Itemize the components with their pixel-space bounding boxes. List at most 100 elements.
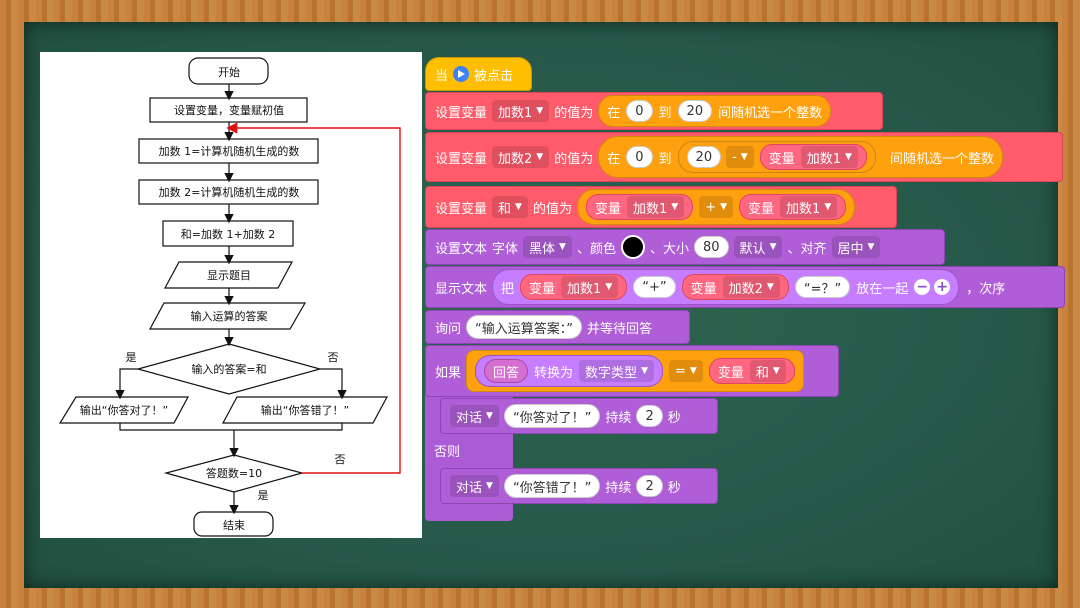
join-label: 放在一起 — [856, 281, 909, 297]
random-from-input[interactable]: 0 — [626, 100, 653, 122]
type-value: 数字类型 — [585, 365, 638, 381]
chevron-down-icon: ▼ — [671, 202, 679, 212]
end-label: 结束 — [223, 519, 245, 532]
say-text-input[interactable]: “你答错了！” — [503, 474, 601, 498]
var-dropdown-value: 和 — [498, 201, 512, 217]
operator-dropdown[interactable]: = ▼ — [668, 360, 703, 382]
say-last-label: 持续 — [605, 480, 632, 496]
weight-dropdown[interactable]: 默认 ▼ — [733, 236, 783, 258]
random-from-input[interactable]: 0 — [626, 146, 653, 168]
join-plus-input[interactable]: “+” — [633, 276, 676, 298]
chevron-down-icon: ▼ — [486, 481, 493, 491]
if-block-header[interactable]: 如果 回答 转换为 数字类型 ▼ = ▼ 变量 和 ▼ — [425, 345, 839, 397]
operator-value: = — [674, 363, 686, 379]
variable-reporter[interactable]: 变量 加数1 ▼ — [739, 194, 847, 220]
add2-label: 加数 2=计算机随机生成的数 — [159, 185, 300, 199]
say-mode-dropdown[interactable]: 对话 ▼ — [450, 405, 499, 427]
chevron-down-icon: ▼ — [536, 106, 544, 116]
output-right-label: 输出“你答对了！” — [80, 403, 168, 417]
random-to-label: 到 — [658, 105, 672, 121]
say-correct-block[interactable]: 对话 ▼ “你答对了！” 持续 2 秒 — [440, 398, 718, 434]
random-in-label: 在 — [607, 151, 621, 167]
hat-clicked: 被点击 — [474, 68, 514, 84]
set-var-label: 设置变量 — [435, 201, 488, 217]
decision-label: 输入的答案=和 — [191, 362, 266, 376]
chevron-down-icon: ▼ — [867, 242, 875, 252]
operator-value: - — [732, 149, 737, 165]
random-to-label: 到 — [658, 151, 672, 167]
subtract-left-input[interactable]: 20 — [686, 146, 722, 168]
convert-label: 转换为 — [534, 365, 574, 381]
say-text-input[interactable]: “你答对了！” — [503, 404, 601, 428]
minus-circle-icon[interactable]: − — [914, 279, 931, 295]
show-text-label: 显示文本 — [435, 281, 488, 297]
var-dropdown[interactable]: 加数1 ▼ — [780, 196, 838, 218]
align-dropdown[interactable]: 居中 ▼ — [831, 236, 881, 258]
input-label: 输入运算的答案 — [191, 309, 268, 323]
var-dropdown[interactable]: 加数1 ▼ — [492, 100, 550, 122]
var-dropdown[interactable]: 加数2 ▼ — [722, 276, 780, 298]
variable-reporter[interactable]: 变量 加数1 ▼ — [520, 274, 628, 300]
weight-value: 默认 — [739, 241, 766, 257]
say-seconds-input[interactable]: 2 — [636, 405, 663, 427]
no-label: 否 — [328, 351, 339, 364]
show-label: 显示题目 — [207, 269, 251, 282]
add1-label: 加数 1=计算机随机生成的数 — [159, 144, 300, 158]
answer-reporter[interactable]: 回答 — [484, 359, 529, 383]
chevron-down-icon: ▼ — [641, 366, 648, 376]
ask-prompt-input[interactable]: “输入运算答案：” — [466, 315, 582, 339]
join-eq-input[interactable]: “=？” — [794, 276, 851, 298]
var-dropdown[interactable]: 和 ▼ — [749, 360, 786, 382]
say-mode-dropdown[interactable]: 对话 ▼ — [450, 475, 499, 497]
set-text-style-block[interactable]: 设置文本 字体 黑体 ▼ 、颜色 、大小 80 默认 ▼ 、对齐 居中 ▼ — [425, 229, 945, 265]
var-dropdown-value: 加数2 — [728, 281, 763, 297]
say-unit-label: 秒 — [667, 480, 681, 496]
operator-dropdown[interactable]: - ▼ — [726, 146, 754, 168]
random-block[interactable]: 在 0 到 20 间随机选一个整数 — [598, 95, 832, 127]
color-swatch[interactable] — [620, 235, 645, 259]
random-max-input[interactable]: 20 — [677, 100, 713, 122]
var-dropdown[interactable]: 加数2 ▼ — [492, 146, 550, 168]
hat-block-green-flag[interactable]: 当 被点击 — [425, 57, 532, 91]
var-dropdown[interactable]: 和 ▼ — [492, 196, 528, 218]
font-value: 黑体 — [529, 241, 556, 257]
plus-circle-icon[interactable]: + — [934, 279, 951, 295]
operator-dropdown[interactable]: + ▼ — [699, 196, 734, 218]
font-dropdown[interactable]: 黑体 ▼ — [523, 236, 572, 258]
else-row: 否则 — [425, 436, 513, 464]
var-dropdown[interactable]: 加数1 ▼ — [626, 196, 685, 218]
add-block[interactable]: 变量 加数1 ▼ + ▼ 变量 加数1 ▼ — [576, 189, 856, 225]
align-label: 、对齐 — [787, 241, 827, 257]
size-label: 、大小 — [649, 241, 689, 257]
variable-word: 变量 — [529, 281, 556, 297]
chevron-down-icon: ▼ — [766, 282, 774, 292]
say-wrong-block[interactable]: 对话 ▼ “你答错了！” 持续 2 秒 — [440, 468, 718, 504]
subtract-block[interactable]: 20 - ▼ 变量 加数1 ▼ — [677, 141, 876, 173]
set-var-add1-block[interactable]: 设置变量 加数1 ▼ 的值为 在 0 到 20 间随机选一个整数 — [425, 92, 883, 130]
say-unit-label: 秒 — [667, 410, 681, 426]
type-dropdown[interactable]: 数字类型 ▼ — [579, 360, 654, 382]
var-dropdown[interactable]: 加数1 ▼ — [800, 146, 858, 168]
variable-reporter[interactable]: 变量 加数1 ▼ — [759, 144, 867, 170]
variable-reporter[interactable]: 变量 加数1 ▼ — [585, 194, 694, 220]
say-seconds-input[interactable]: 2 — [636, 475, 663, 497]
show-text-block[interactable]: 显示文本 把 变量 加数1 ▼ “+” 变量 加数2 ▼ “=？” 放在一起 − +… — [425, 266, 1065, 308]
var-dropdown-value: 加数1 — [632, 201, 668, 217]
flowchart: 开始 设置变量，变量赋初值 加数 1=计算机随机生成的数 加数 2=计算机随机生… — [58, 57, 401, 537]
set-var-add2-block[interactable]: 设置变量 加数2 ▼ 的值为 在 0 到 20 - ▼ 变量 加数1 ▼ 间随机选一个… — [425, 132, 1063, 182]
ask-block[interactable]: 询问 “输入运算答案：” 并等待回答 — [425, 310, 690, 344]
size-input[interactable]: 80 — [694, 236, 729, 258]
convert-block[interactable]: 回答 转换为 数字类型 ▼ — [475, 355, 663, 387]
align-value: 居中 — [837, 241, 864, 257]
random-block[interactable]: 在 0 到 20 - ▼ 变量 加数1 ▼ 间随机选一个整数 — [598, 136, 1003, 178]
variable-reporter[interactable]: 变量 和 ▼ — [708, 358, 795, 384]
variable-reporter[interactable]: 变量 加数2 ▼ — [681, 274, 789, 300]
value-of-label: 的值为 — [554, 105, 594, 121]
set-var-sum-block[interactable]: 设置变量 和 ▼ 的值为 变量 加数1 ▼ + ▼ 变量 加数1 ▼ — [425, 186, 897, 228]
var-dropdown[interactable]: 加数1 ▼ — [561, 276, 619, 298]
equals-block[interactable]: 回答 转换为 数字类型 ▼ = ▼ 变量 和 ▼ — [466, 350, 804, 392]
operator-value: + — [705, 199, 717, 215]
chevron-down-icon: ▼ — [824, 202, 832, 212]
join-block[interactable]: 把 变量 加数1 ▼ “+” 变量 加数2 ▼ “=？” 放在一起 − + — [492, 269, 960, 305]
count-no-label: 否 — [335, 453, 346, 466]
